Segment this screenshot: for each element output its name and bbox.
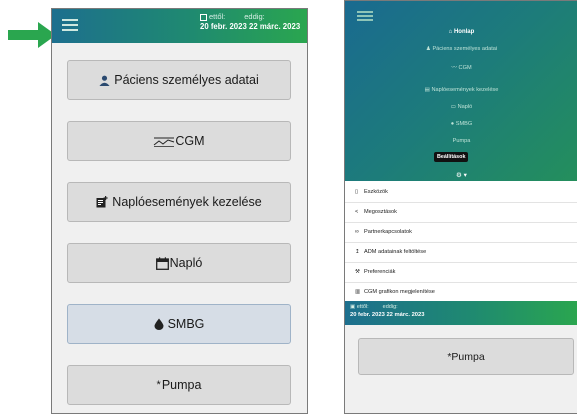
from-date: 20 febr. 2023: [350, 312, 385, 318]
dropdown-item-partners[interactable]: ∞ Partnerkapcsolatok: [355, 229, 412, 235]
share-icon: <: [355, 209, 359, 215]
pump-button[interactable]: * Pumpa: [358, 338, 574, 375]
drop-icon: [154, 318, 164, 330]
from-label: ettől:: [356, 304, 369, 310]
hamburger-menu-button[interactable]: [357, 11, 375, 25]
calendar-icon: ▭: [450, 104, 458, 110]
from-date: 20 febr. 2023: [200, 22, 247, 31]
button-label: Pumpa: [161, 378, 202, 392]
wrench-icon: ⚒: [355, 269, 361, 275]
from-label: ettől:: [209, 12, 226, 21]
to-date: 22 márc. 2023: [386, 312, 425, 318]
link-icon: ∞: [355, 229, 359, 235]
dropdown-item-preferences[interactable]: ⚒ Preferenciák: [355, 269, 395, 275]
calendar-icon: [155, 256, 169, 270]
dropdown-item-devices[interactable]: ▯ Eszközök: [355, 189, 388, 195]
cgm-button[interactable]: CGM: [67, 121, 291, 161]
button-label: Pumpa: [451, 350, 485, 363]
menu-item-smbg[interactable]: ● SMBG: [345, 121, 577, 127]
hamburger-menu-button[interactable]: [62, 18, 80, 32]
upload-icon: ↥: [355, 249, 360, 255]
dropdown-item-shares[interactable]: < Megosztások: [355, 209, 397, 215]
button-label: SMBG: [167, 317, 205, 331]
left-screen: ettől: eddig: 20 febr. 2023 22 márc. 2023…: [51, 8, 308, 414]
tools-icon: ▯: [355, 189, 359, 195]
to-label: eddig:: [382, 304, 398, 310]
button-label: Napló: [169, 256, 203, 270]
menu-item-home[interactable]: ⌂ Honlap: [345, 29, 577, 35]
menu-item-pump[interactable]: Pumpa: [345, 138, 577, 144]
button-label: Páciens személyes adatai: [114, 73, 259, 87]
header-bar: ▣ ettől: eddig: 20 febr. 2023 22 márc. 20…: [345, 301, 577, 325]
date-range[interactable]: ettől: eddig: 20 febr. 2023 22 márc. 2023: [200, 12, 300, 32]
to-date: 22 márc. 2023: [249, 22, 301, 31]
events-management-button[interactable]: Naplóesemények kezelése: [67, 182, 291, 222]
menu-item-events[interactable]: ▤ Naplóesemények kezelése: [345, 87, 577, 93]
pump-button[interactable]: * Pumpa: [67, 365, 291, 405]
patient-data-button[interactable]: Páciens személyes adatai: [67, 60, 291, 100]
note-add-icon: [96, 196, 108, 208]
calendar-icon: ▣: [350, 304, 357, 310]
nav-menu: ⌂ Honlap ♟ Páciens személyes adatai 〰 CG…: [345, 1, 577, 181]
menu-item-cgm[interactable]: 〰 CGM: [345, 63, 577, 71]
button-label: Naplóesemények kezelése: [112, 195, 262, 209]
settings-dropdown-toggle[interactable]: ⚙ ▾: [345, 171, 577, 179]
cgm-icon: [154, 137, 175, 147]
dropdown-item-adm-upload[interactable]: ↥ ADM adatainak feltöltése: [355, 249, 426, 255]
person-icon: [99, 75, 110, 86]
diary-button[interactable]: Napló: [67, 243, 291, 283]
smbg-button[interactable]: SMBG: [67, 304, 291, 344]
to-label: eddig:: [244, 12, 265, 21]
menu-item-patient-data[interactable]: ♟ Páciens személyes adatai: [345, 46, 577, 52]
settings-dropdown: ▯ Eszközök < Megosztások ∞ Partnerkapcsolat…: [345, 181, 577, 301]
date-range[interactable]: ▣ ettől: eddig: 20 febr. 2023 22 márc. 20…: [350, 303, 424, 319]
calendar-icon: [200, 13, 207, 21]
arrow-right-icon: [8, 22, 56, 48]
button-label: CGM: [175, 134, 205, 148]
dropdown-item-cgm-chart[interactable]: ▥ CGM grafikon megjelenítése: [355, 289, 435, 295]
settings-tooltip: Beállítások: [434, 152, 469, 162]
chart-icon: ▥: [355, 289, 361, 295]
menu-item-diary[interactable]: ▭ Napló: [345, 104, 577, 110]
header-bar: ettől: eddig: 20 febr. 2023 22 márc. 2023: [52, 9, 307, 43]
asterisk-icon: *: [156, 379, 161, 391]
right-screen: ⌂ Honlap ♟ Páciens személyes adatai 〰 CG…: [344, 0, 577, 414]
cgm-icon: 〰: [451, 65, 459, 71]
